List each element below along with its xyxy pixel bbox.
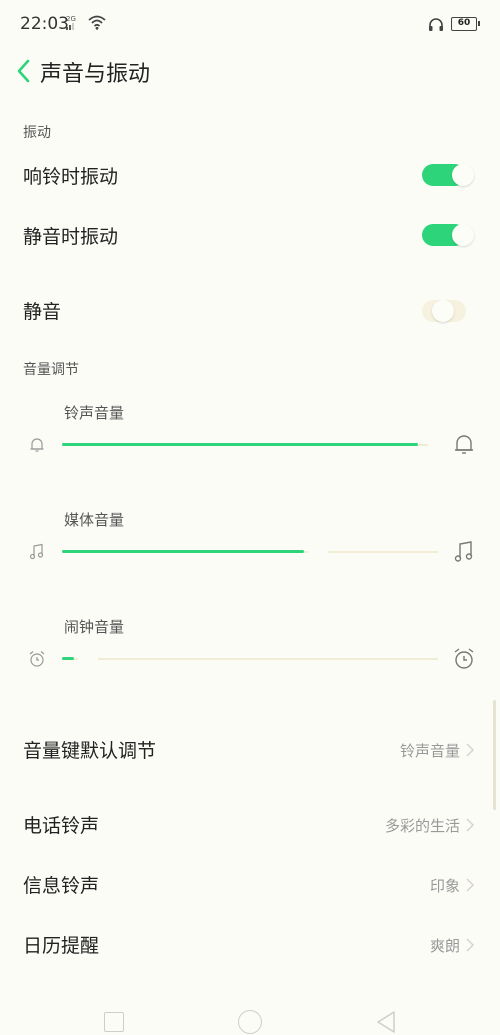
page-header: 声音与振动 <box>0 50 500 94</box>
page-title: 声音与振动 <box>40 62 151 87</box>
slider-fill <box>62 657 74 660</box>
network-type: 2G <box>66 15 76 23</box>
calendar-reminder-label[interactable]: 日历提醒 <box>23 931 99 958</box>
status-bar: 22:03 2G 60 <box>0 0 500 48</box>
silent-vibrate-label: 静音时振动 <box>23 226 119 248</box>
alarm-clock-icon <box>28 650 46 668</box>
silent-vibrate-toggle[interactable] <box>422 224 474 246</box>
message-ringtone-label[interactable]: 信息铃声 <box>23 871 99 898</box>
slider-fill <box>62 550 304 553</box>
headset-icon <box>428 17 444 36</box>
slider-rail <box>62 658 438 660</box>
battery-icon: 60 <box>451 17 480 31</box>
slider-knob[interactable] <box>428 435 448 455</box>
toggle-thumb <box>432 300 454 322</box>
status-time: 22:03 <box>20 14 69 34</box>
alarm-volume-label: 闹钟音量 <box>64 618 125 636</box>
media-volume-slider[interactable] <box>62 542 438 562</box>
bell-icon <box>28 436 46 454</box>
wifi-icon <box>88 15 106 34</box>
scrollbar[interactable] <box>493 700 496 810</box>
signal-icon: 2G <box>66 16 76 32</box>
toggle-thumb <box>452 224 474 246</box>
chevron-left-icon[interactable] <box>14 58 34 84</box>
alarm-volume-slider[interactable] <box>62 649 438 669</box>
bell-icon <box>452 433 476 457</box>
ringtone-volume-label: 铃声音量 <box>64 404 125 422</box>
back-triangle-icon[interactable] <box>374 1010 398 1034</box>
silent-mode-toggle[interactable] <box>422 300 472 322</box>
home-icon[interactable] <box>238 1010 262 1034</box>
toggle-thumb <box>452 164 474 186</box>
ring-vibrate-label: 响铃时振动 <box>23 166 119 188</box>
ring-vibrate-toggle[interactable] <box>422 164 474 186</box>
section-label-volume: 音量调节 <box>23 362 79 378</box>
media-volume-label: 媒体音量 <box>64 511 125 529</box>
recent-apps-icon[interactable] <box>104 1012 124 1032</box>
chevron-right-icon <box>466 877 474 892</box>
section-label-vibration: 振动 <box>23 125 51 141</box>
silent-mode-label: 静音 <box>23 301 62 323</box>
chevron-right-icon <box>466 937 474 952</box>
message-ringtone-value: 印象 <box>429 877 460 895</box>
music-note-icon <box>452 540 476 564</box>
slider-knob[interactable] <box>78 649 98 669</box>
alarm-clock-icon <box>452 647 476 671</box>
chevron-right-icon <box>466 742 474 757</box>
volume-key-label[interactable]: 音量键默认调节 <box>23 736 156 763</box>
phone-ringtone-value: 多彩的生活 <box>384 817 460 835</box>
ringtone-volume-slider[interactable] <box>62 435 448 455</box>
phone-ringtone-label[interactable]: 电话铃声 <box>23 811 99 838</box>
chevron-right-icon <box>466 817 474 832</box>
slider-fill <box>62 443 418 446</box>
navigation-bar <box>0 1000 500 1035</box>
slider-knob[interactable] <box>308 542 328 562</box>
calendar-reminder-value: 爽朗 <box>429 937 460 955</box>
music-note-icon <box>28 543 46 561</box>
volume-key-value: 铃声音量 <box>399 742 460 760</box>
